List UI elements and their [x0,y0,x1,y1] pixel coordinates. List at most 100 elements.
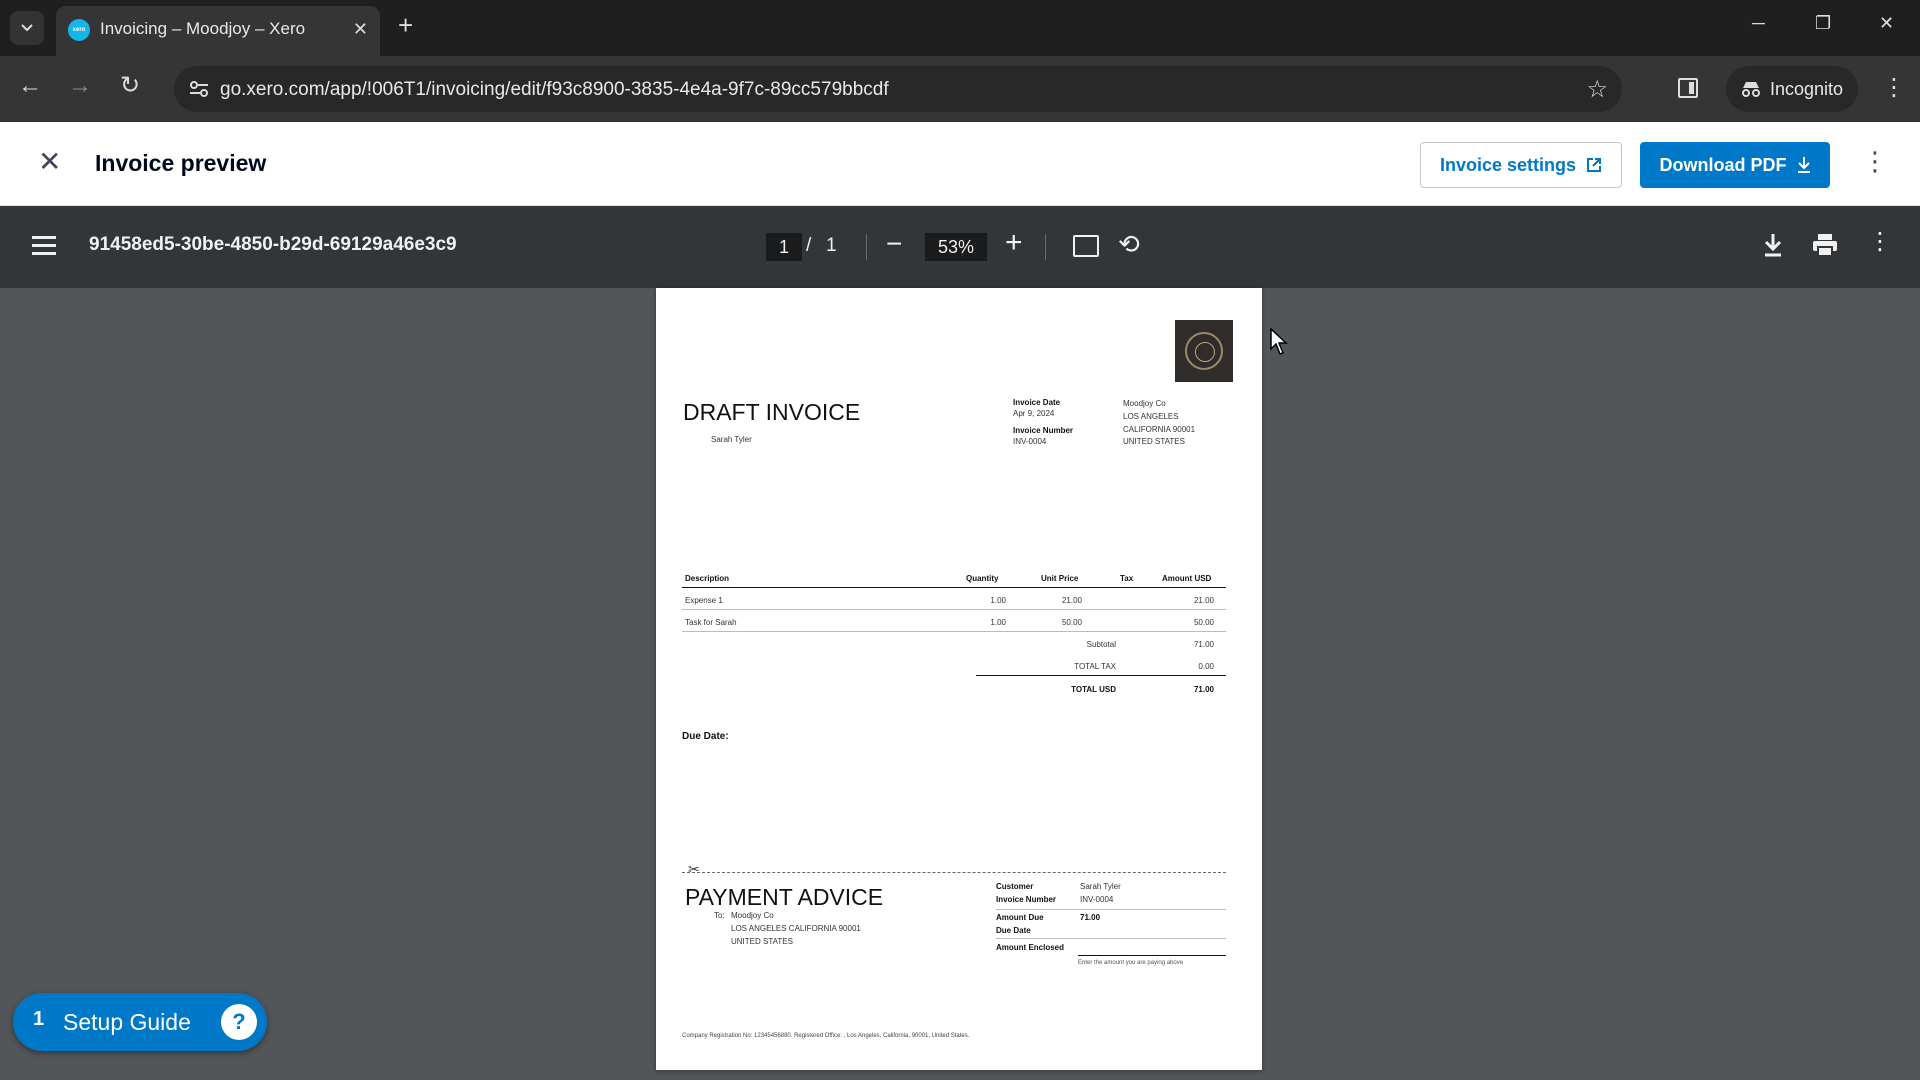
download-pdf-button[interactable]: Download PDF [1640,142,1830,188]
subtotal-value: 71.00 [1193,640,1214,649]
total-tax-label: TOTAL TAX [1074,662,1116,671]
toolbar-divider [866,234,867,260]
zoom-out-icon[interactable]: − [886,230,902,258]
xero-favicon-icon: xero [68,19,90,41]
col-header-quantity: Quantity [966,574,999,583]
zoom-in-icon[interactable]: + [1005,228,1023,258]
setup-guide-button[interactable]: 1 Setup Guide ? [13,993,267,1051]
window-close-icon[interactable]: ✕ [1879,14,1894,32]
payment-advice-title: PAYMENT ADVICE [685,884,884,910]
invoice-settings-button[interactable]: Invoice settings [1420,142,1622,188]
download-pdf-label: Download PDF [1659,154,1787,175]
forward-icon[interactable]: → [68,74,92,98]
reload-icon[interactable]: ↻ [120,74,140,98]
rotate-icon[interactable]: ⟲ [1118,231,1140,257]
row-amount: 50.00 [1193,618,1214,627]
browser-toolbar: ← → ↻ go.xero.com/app/!006T1/invoicing/e… [0,56,1920,122]
setup-guide-count: 1 [33,1008,45,1030]
question-icon[interactable]: ? [221,1004,257,1040]
browser-tab[interactable]: xero Invoicing – Moodjoy – Xero ✕ [56,6,380,56]
advice-to-line: Moodjoy Co [731,911,774,920]
scissors-icon: ✂ [688,861,700,877]
address-bar[interactable]: go.xero.com/app/!006T1/invoicing/edit/f9… [174,66,1622,112]
incognito-badge[interactable]: Incognito [1726,66,1858,112]
totals-rule [976,675,1226,676]
menu-icon[interactable] [32,236,56,256]
pdf-filename: 91458ed5-30be-4850-b29d-69129a46e3c9 [89,234,457,255]
advice-due-date-label: Due Date [996,926,1031,935]
chevron-down-icon [21,24,33,32]
page-separator: / [806,235,812,256]
from-address-line: CALIFORNIA 90001 [1123,425,1196,434]
table-header-rule [682,587,1226,588]
invoice-number-label: Invoice Number [1013,426,1074,435]
external-link-icon [1587,158,1602,172]
row-quantity: 1.00 [990,618,1006,627]
incognito-icon [1742,82,1760,97]
total-usd-value: 71.00 [1193,685,1214,694]
site-info-icon[interactable] [188,78,210,100]
advice-to-line: LOS ANGELES CALIFORNIA 90001 [731,924,861,933]
profile-label: Incognito [1770,78,1844,99]
advice-number-label: Invoice Number [996,895,1057,904]
col-header-amount: Amount USD [1162,574,1212,583]
advice-customer-label: Customer [996,882,1034,891]
row-unit-price: 50.00 [1061,618,1082,627]
total-tax-value: 0.00 [1198,662,1214,671]
minimize-icon[interactable]: ─ [1752,14,1765,32]
page-total: 1 [826,235,837,256]
from-address-line: UNITED STATES [1123,437,1185,446]
url-text: go.xero.com/app/!006T1/invoicing/edit/f9… [220,79,889,100]
pdf-download-icon[interactable] [1762,232,1784,258]
invoice-title: DRAFT INVOICE [683,399,861,425]
subtotal-label: Subtotal [1086,640,1116,649]
more-options-icon[interactable]: ⋮ [1862,148,1888,174]
tab-search-button[interactable] [10,11,44,45]
advice-to-line: UNITED STATES [731,937,793,946]
bookmark-star-icon[interactable]: ☆ [1586,75,1608,104]
download-icon [1797,157,1810,173]
close-preview-icon[interactable]: ✕ [38,148,61,176]
restore-icon[interactable]: ❐ [1815,14,1831,32]
app-header: ✕ Invoice preview Invoice settings Downl… [0,122,1920,206]
new-tab-button[interactable]: + [398,12,413,38]
enclosed-amount-rule [1078,955,1226,956]
from-address-line: Moodjoy Co [1123,399,1166,408]
advice-amount-due-label: Amount Due [996,913,1044,922]
tab-close-icon[interactable]: ✕ [353,20,368,38]
row-unit-price: 21.00 [1061,596,1082,605]
fit-to-page-icon[interactable] [1073,235,1099,257]
col-header-tax: Tax [1120,574,1134,583]
side-panel-icon[interactable] [1678,78,1698,98]
pdf-page: DRAFT INVOICE Sarah Tyler Invoice Date A… [656,288,1262,1070]
print-icon[interactable] [1812,233,1838,257]
row-amount: 21.00 [1193,596,1214,605]
setup-guide-label: Setup Guide [63,1009,191,1035]
company-logo [1175,320,1233,382]
table-row-rule [682,609,1226,610]
pdf-more-icon[interactable]: ⋮ [1868,230,1892,254]
advice-rule [996,909,1226,910]
col-header-unit-price: Unit Price [1041,574,1079,583]
zoom-level-input[interactable]: 53% [925,233,987,261]
page-number-input[interactable]: 1 [766,233,802,261]
due-date-label: Due Date: [682,731,729,742]
advice-customer-value: Sarah Tyler [1080,882,1121,891]
invoice-date-value: Apr 9, 2024 [1013,409,1055,418]
advice-rule [996,938,1226,939]
table-row-rule [682,631,1226,632]
toolbar-divider [1045,234,1046,260]
invoice-date-label: Invoice Date [1013,398,1061,407]
total-usd-label: TOTAL USD [1071,685,1116,694]
pdf-viewer-toolbar: 91458ed5-30be-4850-b29d-69129a46e3c9 1 /… [0,206,1920,288]
advice-number-value: INV-0004 [1080,895,1114,904]
back-icon[interactable]: ← [18,74,42,98]
invoice-settings-label: Invoice settings [1439,154,1577,175]
row-description: Task for Sarah [685,618,737,627]
from-address-line: LOS ANGELES [1123,412,1179,421]
advice-enclosed-label: Amount Enclosed [996,943,1065,952]
cut-line [682,872,1226,873]
browser-tab-bar: xero Invoicing – Moodjoy – Xero ✕ + ─ ❐ … [0,0,1920,56]
tab-title: Invoicing – Moodjoy – Xero [100,19,306,38]
browser-menu-icon[interactable]: ⋮ [1882,76,1906,100]
